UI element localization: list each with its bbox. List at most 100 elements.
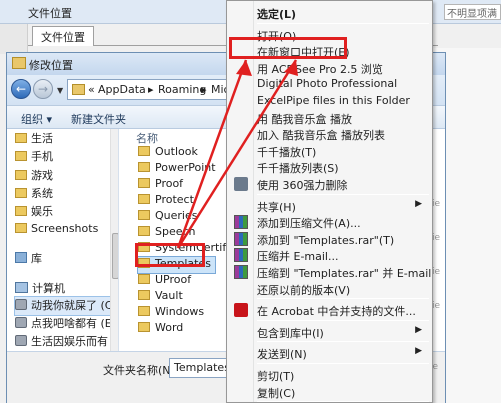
nav-item-computer[interactable]: 计算机 — [15, 280, 65, 298]
column-fragment: ie — [432, 199, 441, 209]
breadcrumb-separator-icon[interactable]: ▸ — [148, 83, 154, 96]
menu-item-7[interactable]: 用 酷我音乐盒 播放 — [229, 109, 430, 127]
menu-item-15[interactable]: 添加到 "Templates.rar"(T) — [229, 230, 430, 248]
menu-item-22[interactable]: 包含到库中(I) ▶ — [229, 323, 430, 341]
nav-item-shouji[interactable]: 手机 — [15, 148, 53, 166]
folder-icon — [138, 194, 150, 204]
winrar-icon — [234, 265, 248, 279]
list-item[interactable]: PowerPoint — [138, 161, 216, 177]
breadcrumb-roaming[interactable]: Roaming — [158, 83, 206, 96]
menu-item-27[interactable]: 复制(C) — [229, 383, 430, 401]
file-name: Proof — [155, 177, 184, 190]
menu-separator — [257, 193, 429, 195]
nav-item-label: 计算机 — [32, 282, 65, 295]
menu-item-20[interactable]: 在 Acrobat 中合并支持的文件... — [229, 301, 430, 319]
menu-item-label: 剪切(T) — [257, 370, 295, 383]
submenu-arrow-icon: ▶ — [415, 346, 422, 357]
nav-item-label: 手机 — [31, 150, 53, 163]
list-item[interactable]: Proof — [138, 177, 183, 193]
nav-item-label: 点我吧啥都有 (E: — [31, 317, 116, 330]
recent-locations-dropdown-icon[interactable]: ▼ — [57, 86, 63, 95]
menu-item-14[interactable]: 添加到压缩文件(A)... — [229, 213, 430, 231]
navigation-pane: 生活 手机 游戏 系统 娱乐 Screenshots 库 计算机 动我你就屎了 … — [7, 129, 119, 351]
menu-item-26[interactable]: 剪切(T) — [229, 366, 430, 384]
menu-item-16[interactable]: 压缩并 E-mail... — [229, 246, 430, 264]
name-column-header[interactable]: 名称 — [136, 130, 158, 146]
menu-item-24[interactable]: 发送到(N) ▶ — [229, 344, 430, 362]
winrar-icon — [234, 215, 248, 230]
folder-icon — [138, 306, 150, 316]
menu-item-4[interactable]: 用 ACDSee Pro 2.5 浏览 — [229, 59, 430, 77]
file-name: PowerPoint — [155, 161, 216, 174]
menu-item-label: 千千播放列表(S) — [257, 162, 339, 176]
dialog-title: 修改位置 — [29, 59, 73, 72]
submenu-arrow-icon: ▶ — [415, 198, 422, 209]
navigation-scrollbar[interactable] — [110, 129, 118, 351]
menu-separator — [257, 319, 429, 321]
folder-icon — [15, 170, 27, 180]
list-item[interactable]: Windows — [138, 305, 204, 321]
scrollbar-thumb[interactable] — [112, 233, 118, 279]
nav-item-drive-e[interactable]: 点我吧啥都有 (E: — [15, 315, 115, 333]
list-item[interactable]: UProof — [138, 273, 191, 289]
background-right-field: 不明显项满 — [444, 4, 501, 20]
context-menu: 选定(L) 打开(O) 在新窗口中打开(E) 用 ACDSee Pro 2.5 浏览 D… — [226, 0, 433, 403]
nav-item-yule[interactable]: 娱乐 — [15, 203, 53, 221]
list-item[interactable]: Protect — [138, 193, 194, 209]
nav-item-drive-c[interactable]: 动我你就屎了 (C — [13, 296, 114, 316]
nav-item-xitong[interactable]: 系统 — [15, 185, 53, 203]
menu-item-17[interactable]: 压缩到 "Templates.rar" 并 E-mail — [229, 263, 431, 281]
breadcrumb-separator-icon[interactable]: ▸ — [201, 83, 207, 96]
menu-item-6[interactable]: ExcelPipe files in this Folder — [229, 92, 430, 110]
folder-icon — [72, 84, 85, 95]
folder-icon — [138, 322, 150, 332]
menu-item-5[interactable]: Digital Photo Professional — [229, 75, 430, 93]
drive-icon — [15, 299, 27, 310]
address-bar[interactable]: « AppData ▸ Roaming ▸ Micro — [67, 79, 241, 100]
background-window-title: 文件位置 — [28, 7, 72, 20]
forward-arrow-icon[interactable]: → — [33, 79, 53, 99]
folder-icon — [15, 223, 27, 233]
nav-item-drive-3[interactable]: 生活因娱乐而有 — [15, 333, 108, 351]
file-name: Queries — [155, 209, 198, 222]
new-folder-button[interactable]: 新建文件夹 — [71, 111, 126, 127]
drive-icon — [15, 335, 27, 346]
column-fragment: ie — [432, 233, 441, 243]
menu-item-8[interactable]: 加入 酷我音乐盒 播放列表 — [229, 125, 430, 143]
background-left-strip — [0, 24, 28, 54]
list-item[interactable]: Vault — [138, 289, 183, 305]
nav-item-shenghuo[interactable]: 生活 — [15, 130, 53, 148]
tab-file-location[interactable]: 文件位置 — [32, 26, 94, 46]
folder-icon — [138, 146, 150, 156]
menu-item-label: 添加到 "Templates.rar"(T) — [257, 233, 395, 247]
highlight-box — [229, 37, 347, 59]
back-arrow-icon[interactable]: ← — [11, 79, 31, 99]
menu-separator — [257, 341, 429, 343]
menu-item-label: 在 Acrobat 中合并支持的文件... — [257, 305, 416, 319]
menu-item-10[interactable]: 千千播放列表(S) — [229, 158, 430, 176]
organize-button[interactable]: 组织 ▾ — [21, 111, 52, 127]
menu-item-label: 包含到库中(I) — [257, 326, 324, 340]
drive-icon — [15, 317, 27, 328]
menu-item-label: 加入 酷我音乐盒 播放列表 — [257, 129, 385, 143]
list-item[interactable]: Speech — [138, 225, 196, 241]
nav-item-screenshots[interactable]: Screenshots — [15, 222, 98, 240]
nav-item-youxi[interactable]: 游戏 — [15, 167, 53, 185]
menu-item-9[interactable]: 千千播放(T) — [229, 142, 430, 160]
list-item[interactable]: Outlook — [138, 145, 198, 161]
menu-item-label: 压缩并 E-mail... — [257, 250, 339, 264]
nav-item-libraries[interactable]: 库 — [15, 250, 42, 268]
list-item[interactable]: Queries — [138, 209, 197, 225]
menu-separator — [257, 22, 429, 24]
menu-item-13[interactable]: 共享(H) ▶ — [229, 197, 430, 215]
column-fragment: ie — [432, 301, 441, 311]
breadcrumb-chevron-icon[interactable]: « — [88, 83, 95, 96]
menu-item-11[interactable]: 使用 360强力删除 — [229, 175, 430, 193]
nav-item-label: 娱乐 — [31, 205, 53, 218]
list-item[interactable]: Word — [138, 321, 183, 337]
breadcrumb-appdata[interactable]: AppData — [98, 83, 146, 96]
nav-item-label: 生活 — [31, 132, 53, 145]
menu-item-18[interactable]: 还原以前的版本(V) — [229, 280, 430, 298]
menu-item-label: Digital Photo Professional — [257, 77, 398, 91]
menu-item-0[interactable]: 选定(L) — [229, 4, 430, 22]
